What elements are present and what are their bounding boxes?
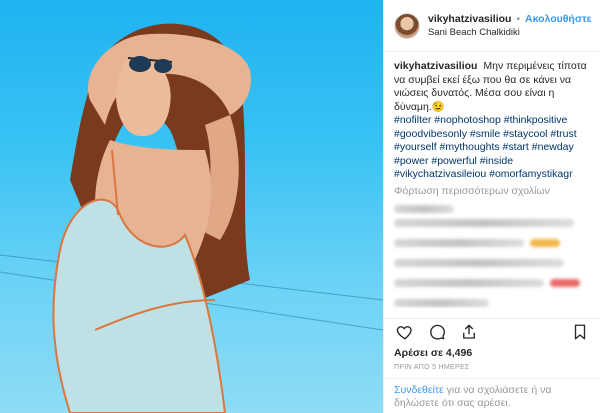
bookmark-icon <box>574 324 586 339</box>
post-photo[interactable] <box>0 0 383 413</box>
load-more-comments[interactable]: Φόρτωση περισσότερων σχολίων <box>394 185 590 197</box>
likes-count[interactable]: Αρέσει σε 4,496 <box>394 347 472 359</box>
hashtag-line[interactable]: #goodvibesonly #smile #staycool #trust <box>394 128 590 142</box>
blurred-comment-line <box>394 298 489 307</box>
blurred-emoji <box>550 278 580 287</box>
action-bar <box>384 318 600 344</box>
blurred-comment-line <box>394 218 574 227</box>
share-icon <box>463 324 475 339</box>
comment-icon <box>430 324 445 340</box>
caption: vikyhatzivasiliou Μην περιμένεις τίποτα … <box>394 60 590 182</box>
hashtag-line[interactable]: #vikychatzivasileiou #omorfamystikagr <box>394 168 590 182</box>
save-button[interactable] <box>569 321 591 343</box>
hashtag-line[interactable]: #power #powerful #inside <box>394 155 590 169</box>
blurred-comment-line <box>394 238 524 247</box>
login-prompt: Συνδεθείτε για να σχολιάσετε ή να δηλώσε… <box>384 378 600 413</box>
like-button[interactable] <box>394 321 416 343</box>
instagram-post: vikyhatzivasiliou • Ακολουθήστε Sani Bea… <box>0 0 600 413</box>
blurred-comment-line <box>394 258 564 267</box>
heart-icon <box>396 325 412 340</box>
login-link[interactable]: Συνδεθείτε <box>394 384 444 396</box>
blurred-comment-row <box>394 273 590 293</box>
comments-section: vikyhatzivasiliou Μην περιμένεις τίποτα … <box>384 52 600 308</box>
blurred-comments <box>394 204 590 309</box>
blurred-comment-line <box>394 278 544 287</box>
header-text: vikyhatzivasiliou • Ακολουθήστε Sani Bea… <box>428 12 592 40</box>
avatar[interactable] <box>394 12 420 39</box>
blurred-comment-row <box>394 233 590 253</box>
post-timestamp: ΠΡΙΝ ΑΠΟ 5 ΗΜΕΡΕΣ <box>394 364 470 371</box>
follow-button[interactable]: Ακολουθήστε <box>525 13 592 25</box>
comment-button[interactable] <box>426 321 448 343</box>
hashtag-line[interactable]: #yourself #mythoughts #start #newday <box>394 141 590 155</box>
post-header: vikyhatzivasiliou • Ακολουθήστε Sani Bea… <box>384 0 600 52</box>
share-button[interactable] <box>458 321 480 343</box>
post-side-panel: vikyhatzivasiliou • Ακολουθήστε Sani Bea… <box>383 0 600 413</box>
location-link[interactable]: Sani Beach Chalkidiki <box>428 26 592 40</box>
separator-dot: • <box>516 12 521 25</box>
photo-illustration <box>0 23 383 413</box>
hashtag-line[interactable]: #nofilter #nophotoshop #thinkpositive <box>394 114 590 128</box>
caption-username[interactable]: vikyhatzivasiliou <box>394 60 477 72</box>
username-link[interactable]: vikyhatzivasiliou <box>428 13 511 25</box>
blurred-comment-line <box>394 204 454 213</box>
header-line: vikyhatzivasiliou • Ακολουθήστε <box>428 12 592 26</box>
blurred-emoji <box>530 238 560 247</box>
